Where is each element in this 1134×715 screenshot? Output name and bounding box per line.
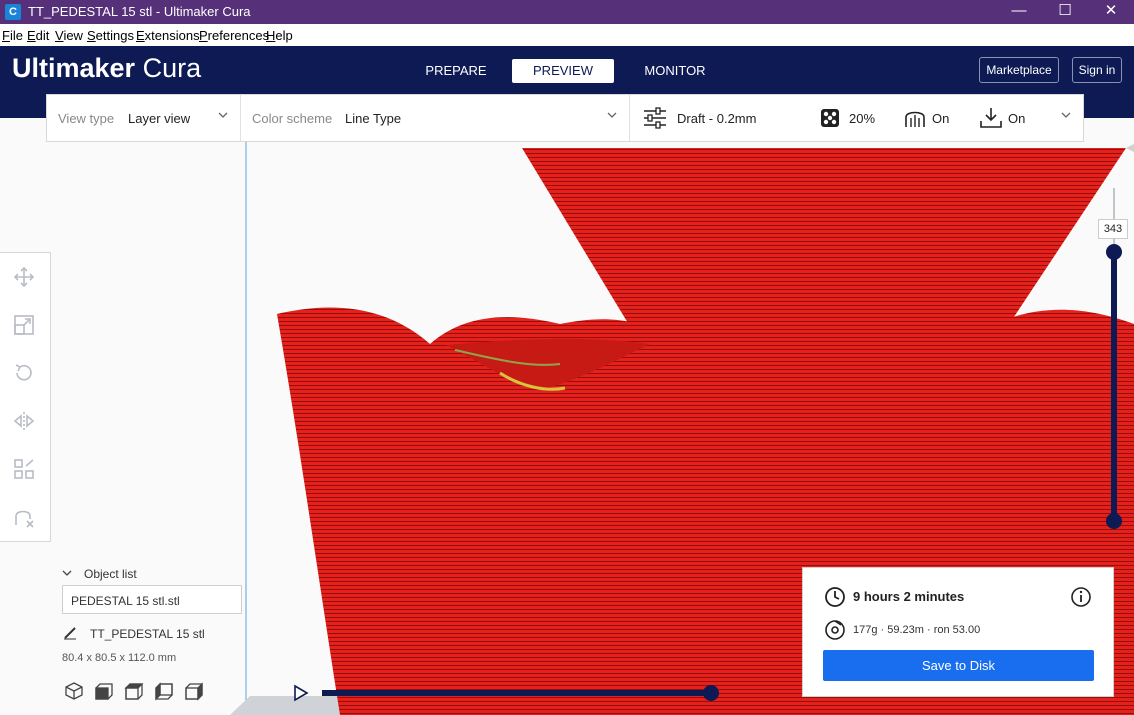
infill-value: 20%: [849, 111, 876, 126]
color-scheme-value: Line Type: [345, 111, 402, 126]
support-value: On: [932, 111, 950, 126]
info-icon[interactable]: [1070, 586, 1092, 608]
menu-view[interactable]: View: [55, 28, 83, 43]
support-blocker-icon[interactable]: [12, 505, 36, 529]
object-name: TT_PEDESTAL 15 stl: [90, 627, 205, 641]
maximize-button[interactable]: ☐: [1042, 0, 1088, 24]
adhesion-value: On: [1008, 111, 1026, 126]
color-scheme-label: Color scheme: [252, 111, 333, 126]
menu-settings[interactable]: Settings: [87, 28, 134, 43]
path-slider-handle[interactable]: [703, 685, 719, 701]
mirror-icon[interactable]: [12, 409, 36, 433]
color-scheme-dropdown[interactable]: Color scheme Line Type: [241, 95, 630, 141]
right-view-icon[interactable]: [184, 681, 204, 701]
front-view-icon[interactable]: [94, 681, 114, 701]
save-to-disk-button[interactable]: Save to Disk: [823, 650, 1094, 681]
filament-spool-icon: [825, 620, 845, 640]
menu-bar: File Edit View Settings Extensions Prefe…: [0, 24, 1134, 46]
menu-edit[interactable]: Edit: [27, 28, 49, 43]
view-type-value: Layer view: [128, 111, 191, 126]
support-icon: [905, 111, 925, 127]
tool-panel: [0, 252, 51, 542]
window-title: TT_PEDESTAL 15 stl - Ultimaker Cura: [28, 4, 251, 19]
menu-file[interactable]: File: [2, 28, 23, 43]
layer-slider-lower-handle[interactable]: [1106, 513, 1122, 529]
left-view-icon[interactable]: [154, 681, 174, 701]
scale-icon[interactable]: [12, 313, 36, 337]
chevron-down-icon: [62, 567, 72, 577]
close-button[interactable]: ✕: [1088, 0, 1134, 24]
3d-view-icon[interactable]: [64, 681, 84, 701]
tab-prepare[interactable]: PREPARE: [415, 59, 497, 83]
adhesion-icon: [980, 108, 1002, 128]
current-layer-input[interactable]: 343: [1098, 219, 1128, 239]
object-dimensions: 80.4 x 80.5 x 112.0 mm: [62, 652, 177, 664]
infill-icon: [821, 109, 839, 127]
per-model-settings-icon[interactable]: [12, 457, 36, 481]
menu-help[interactable]: Help: [266, 28, 293, 43]
pencil-icon[interactable]: [63, 626, 77, 640]
play-icon[interactable]: [294, 684, 309, 702]
settings-sliders-icon: [644, 107, 666, 129]
print-info-panel: 9 hours 2 minutes 177g · 59.23m · ron 53…: [802, 567, 1114, 697]
menu-extensions[interactable]: Extensions: [136, 28, 200, 43]
menu-preferences[interactable]: Preferences: [199, 28, 269, 43]
title-bar: C TT_PEDESTAL 15 stl - Ultimaker Cura — …: [0, 0, 1134, 24]
minimize-button[interactable]: —: [996, 0, 1042, 24]
tab-monitor[interactable]: MONITOR: [634, 59, 716, 83]
profile-value: Draft - 0.2mm: [677, 111, 757, 126]
sign-in-button[interactable]: Sign in: [1072, 57, 1122, 83]
layer-slider-upper-handle[interactable]: [1106, 244, 1122, 260]
clock-icon: [825, 587, 845, 607]
object-list-heading: Object list: [84, 567, 137, 581]
path-slider[interactable]: [290, 680, 730, 706]
view-type-label: View type: [58, 111, 115, 126]
move-icon[interactable]: [12, 265, 36, 289]
layer-slider[interactable]: [1100, 178, 1130, 598]
object-list-item[interactable]: PEDESTAL 15 stl.stl: [62, 585, 242, 614]
rotate-icon[interactable]: [12, 361, 36, 385]
view-type-dropdown[interactable]: View type Layer view: [47, 95, 241, 141]
view-toolbar: View type Layer view Color scheme Line T…: [46, 94, 1084, 142]
print-time: 9 hours 2 minutes: [853, 589, 965, 604]
chevron-down-icon: [1061, 112, 1071, 118]
ultimaker-cura-logo: Ultimaker Cura: [12, 53, 202, 83]
chevron-down-icon: [218, 112, 228, 118]
chevron-down-icon: [607, 112, 617, 118]
tab-preview[interactable]: PREVIEW: [512, 59, 614, 83]
top-view-icon[interactable]: [124, 681, 144, 701]
print-settings-selector[interactable]: Draft - 0.2mm 20% On On: [630, 95, 1084, 141]
cura-app-icon: C: [5, 4, 21, 20]
marketplace-button[interactable]: Marketplace: [979, 57, 1059, 83]
material-usage: 177g · 59.23m · ron 53.00: [853, 624, 981, 636]
object-list-toggle[interactable]: Object list: [62, 567, 137, 581]
